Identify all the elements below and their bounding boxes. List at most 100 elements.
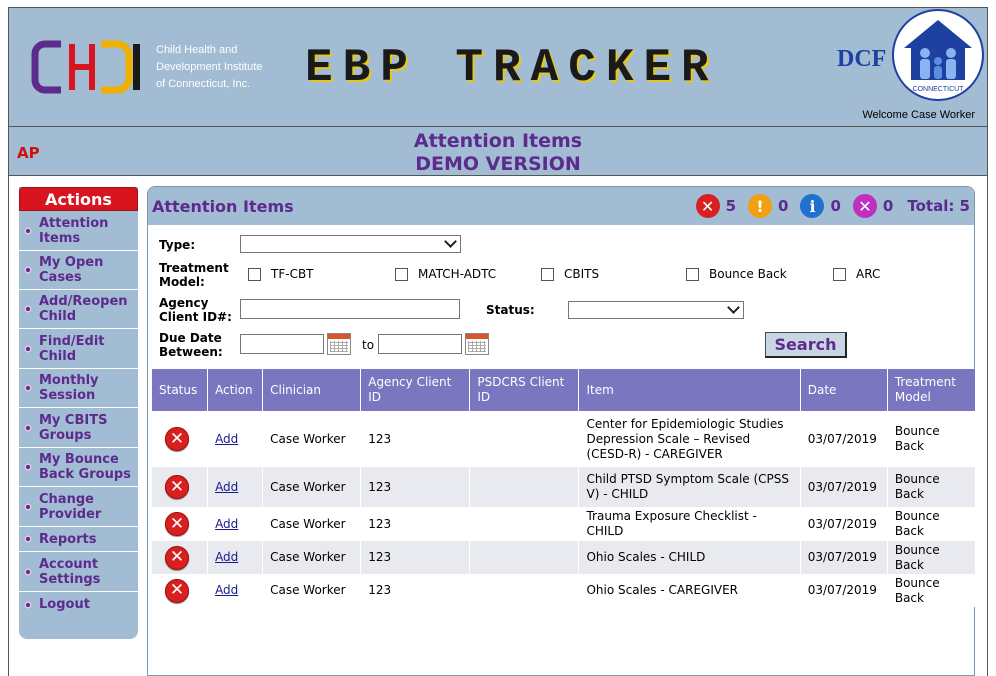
table-row: ✕ Add Case Worker 123 Center for Epidemi… (152, 411, 975, 467)
date-cell: 03/07/2019 (800, 507, 888, 541)
add-link[interactable]: Add (215, 432, 238, 446)
svg-text:DCF: DCF (837, 46, 886, 72)
checkbox-match-adtc[interactable]: MATCH-ADTC (395, 267, 496, 281)
column-header[interactable]: PSDCRS Client ID (469, 369, 580, 411)
header-banner: Child Health and Development Institute o… (8, 7, 988, 127)
table-row: ✕ Add Case Worker 123 Child PTSD Symptom… (152, 467, 975, 507)
psdcrs-id-cell (469, 467, 580, 507)
date-cell: 03/07/2019 (800, 411, 888, 467)
attention-items-table: Status Action Clinician Agency Client ID… (152, 369, 975, 607)
calendar-icon[interactable] (327, 333, 351, 355)
agency-client-id-label: Agency Client ID#: (159, 296, 232, 324)
sidebar-item-find-edit-child[interactable]: Find/Edit Child (19, 329, 138, 369)
bullet-icon (24, 305, 32, 313)
bullet-icon (24, 266, 32, 274)
other-icon: ✕ (852, 194, 877, 218)
model-cell: Bounce Back (887, 467, 975, 507)
psdcrs-id-cell (469, 574, 580, 607)
type-label: Type: (159, 238, 196, 252)
error-status-icon: ✕ (165, 578, 189, 603)
calendar-icon[interactable] (465, 333, 489, 355)
sidebar-item-monthly-session[interactable]: Monthly Session (19, 369, 138, 408)
sidebar-item-reports[interactable]: Reports (19, 527, 138, 552)
date-from-input[interactable] (240, 334, 324, 354)
column-header[interactable]: Status (152, 369, 209, 411)
model-cell: Bounce Back (887, 507, 975, 541)
checkbox-tf-cbt[interactable]: TF-CBT (248, 267, 314, 281)
add-link[interactable]: Add (215, 517, 238, 531)
bullet-icon (24, 463, 32, 471)
column-header[interactable]: Action (207, 369, 264, 411)
item-cell: Center for Epidemiologic Studies Depress… (578, 411, 801, 467)
psdcrs-id-cell (469, 411, 580, 467)
sidebar-item-attention-items[interactable]: Attention Items (19, 211, 138, 251)
table-row: ✕ Add Case Worker 123 Ohio Scales - CARE… (152, 574, 975, 607)
bullet-icon (24, 502, 32, 511)
sidebar-item-my-cbits-groups[interactable]: My CBITS Groups (19, 408, 138, 448)
date-cell: 03/07/2019 (800, 541, 888, 574)
svg-text:CONNECTICUT: CONNECTICUT (913, 86, 965, 93)
checkbox-arc[interactable]: ARC (833, 267, 880, 281)
page-title: Attention Items DEMO VERSION (413, 130, 583, 175)
status-label: Status: (486, 303, 535, 317)
add-link[interactable]: Add (215, 550, 238, 564)
chevron-down-icon (444, 235, 457, 248)
error-icon: ✕ (695, 194, 720, 218)
item-cell: Ohio Scales - CAREGIVER (578, 574, 801, 607)
agency-id-cell: 123 (360, 507, 471, 541)
sidebar-item-logout[interactable]: Logout (19, 592, 138, 617)
due-date-label: Due Date Between: (159, 331, 223, 359)
treatment-model-label: Treatment Model: (159, 261, 229, 289)
agency-id-cell: 123 (360, 541, 471, 574)
table-row: ✕ Add Case Worker 123 Trauma Exposure Ch… (152, 507, 975, 541)
column-header[interactable]: Treatment Model (887, 369, 975, 411)
column-header[interactable]: Clinician (262, 369, 362, 411)
sidebar-item-change-provider[interactable]: Change Provider (19, 487, 138, 527)
add-link[interactable]: Add (215, 480, 238, 494)
clinician-cell: Case Worker (262, 574, 362, 607)
checkbox-cbits[interactable]: CBITS (541, 267, 599, 281)
chevron-down-icon (727, 301, 740, 314)
model-cell: Bounce Back (887, 541, 975, 574)
dcf-logo: DCF CONNECTICUT (837, 9, 984, 101)
add-link[interactable]: Add (215, 583, 238, 597)
column-header[interactable]: Item (578, 369, 801, 411)
agency-id-cell: 123 (360, 411, 471, 467)
model-cell: Bounce Back (887, 411, 975, 467)
type-select[interactable] (240, 235, 461, 253)
sidebar-item-add-reopen-child[interactable]: Add/Reopen Child (19, 290, 138, 329)
table-row: ✕ Add Case Worker 123 Ohio Scales - CHIL… (152, 541, 975, 574)
bullet-icon (24, 344, 32, 353)
search-button[interactable]: Search (765, 332, 847, 358)
checkbox-box[interactable] (248, 267, 261, 281)
column-header[interactable]: Date (800, 369, 888, 411)
agency-client-id-input[interactable] (240, 299, 460, 319)
column-header[interactable]: Agency Client ID (360, 369, 471, 411)
date-to-input[interactable] (378, 334, 462, 354)
info-icon: i (800, 194, 825, 218)
psdcrs-id-cell (469, 507, 580, 541)
checkbox-box[interactable] (686, 267, 699, 281)
panel-title: Attention Items (152, 197, 294, 216)
to-label: to (362, 338, 375, 352)
checkbox-box[interactable] (395, 267, 408, 281)
bullet-icon (24, 423, 32, 432)
chdi-logo (31, 40, 140, 94)
actions-sidebar: Actions Attention Items My Open Cases Ad… (19, 187, 138, 639)
sidebar-item-my-bounce-back-groups[interactable]: My Bounce Back Groups (19, 448, 138, 487)
item-cell: Trauma Exposure Checklist - CHILD (578, 507, 801, 541)
checkbox-box[interactable] (541, 267, 554, 281)
clinician-cell: Case Worker (262, 541, 362, 574)
item-cell: Child PTSD Symptom Scale (CPSS V) - CHIL… (578, 467, 801, 507)
bullet-icon (24, 600, 32, 609)
status-select[interactable] (568, 301, 744, 319)
checkbox-box[interactable] (833, 267, 846, 281)
info-count: 0 (830, 197, 841, 215)
checkbox-bounce-back[interactable]: Bounce Back (686, 267, 787, 281)
clinician-cell: Case Worker (262, 467, 362, 507)
sidebar-item-my-open-cases[interactable]: My Open Cases (19, 251, 138, 290)
sidebar-item-account-settings[interactable]: Account Settings (19, 552, 138, 592)
agency-id-cell: 123 (360, 467, 471, 507)
error-status-icon: ✕ (165, 475, 189, 499)
bullet-icon (24, 535, 32, 543)
